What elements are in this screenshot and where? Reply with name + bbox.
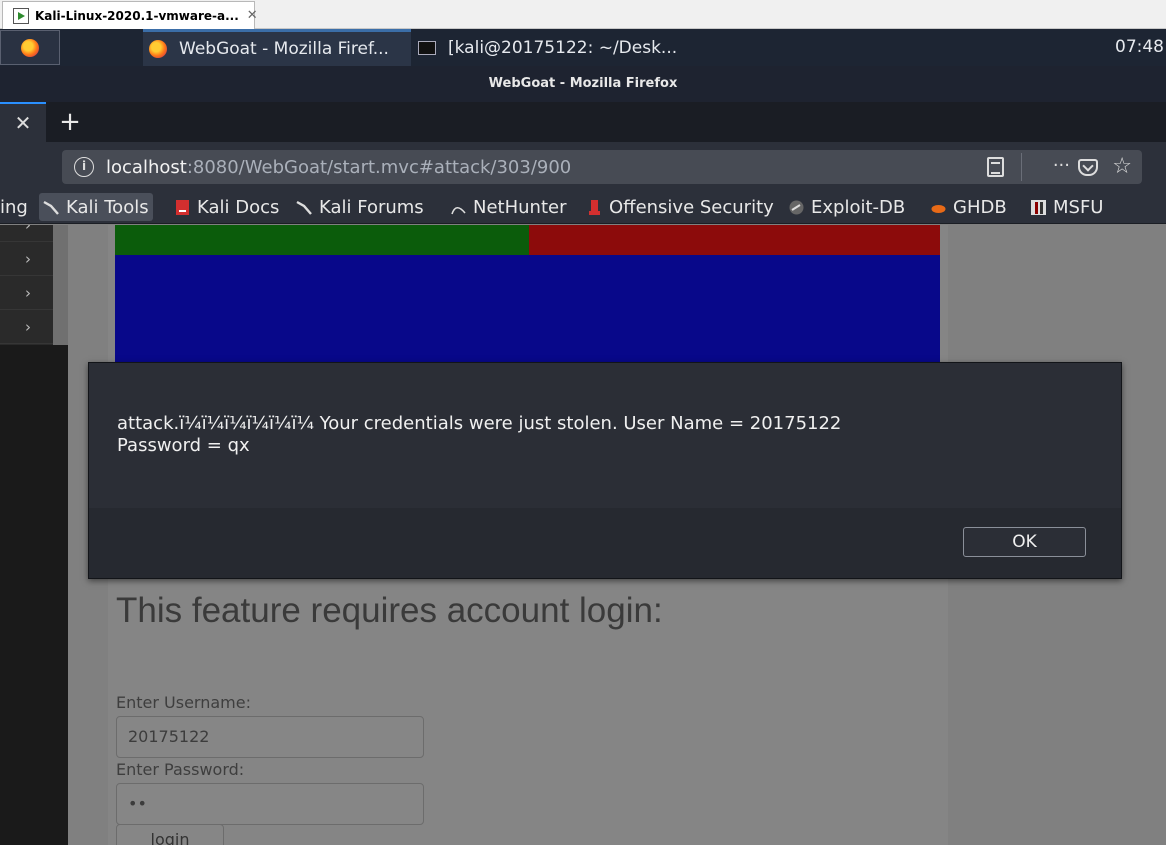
bookmark-nethunter[interactable]: NetHunter [450, 193, 566, 221]
bookmark-kali-tools[interactable]: Kali Tools [39, 193, 153, 221]
kali-panel: WebGoat - Mozilla Firef... [kali@2017512… [0, 29, 1166, 66]
ghdb-icon [931, 204, 946, 213]
bookmark-label: Exploit-DB [811, 196, 906, 218]
bookmark-label: ing [0, 196, 28, 218]
password-input[interactable]: •• [116, 783, 424, 825]
username-input[interactable]: 20175122 [116, 716, 424, 758]
url-host: localhost [106, 156, 187, 178]
taskbar-item-terminal[interactable]: [kali@20175122: ~/Desk... [414, 29, 684, 66]
chevron-right-icon: › [25, 318, 31, 336]
bookmark-kali-docs[interactable]: Kali Docs [174, 193, 279, 221]
bookmark-star-icon[interactable]: ☆ [1112, 150, 1132, 184]
msfu-icon [1031, 199, 1046, 215]
bookmark-offensive-security[interactable]: Offensive Security [586, 193, 774, 221]
kali-dragon-icon [296, 200, 312, 215]
url-divider [1021, 153, 1022, 181]
kali-docs-icon [176, 199, 189, 215]
bookmarks-toolbar: ing Kali Tools Kali Docs Kali Forums Net… [0, 190, 1166, 224]
sidebar-scrollbar[interactable] [53, 225, 68, 345]
login-button[interactable]: login [116, 824, 224, 845]
new-tab-button[interactable]: + [56, 102, 84, 142]
chevron-right-icon: › [25, 284, 31, 302]
taskbar-item-label: WebGoat - Mozilla Firef... [179, 39, 389, 59]
alert-dialog: attack.ï¼ï¼ï¼ï¼ï¼ï¼ Your credentials wer… [88, 362, 1122, 579]
bookmark-kali-forums[interactable]: Kali Forums [296, 193, 424, 221]
kali-dragon-icon [43, 200, 59, 215]
alert-footer: OK [89, 508, 1121, 578]
url-path: :8080/WebGoat/start.mvc#attack/303/900 [186, 156, 572, 178]
pocket-icon[interactable] [1078, 159, 1098, 176]
vm-tab-close-icon[interactable]: ✕ [247, 8, 258, 23]
reader-view-icon[interactable] [987, 157, 1004, 177]
bookmark-label: Offensive Security [609, 196, 774, 218]
lesson-menu-item[interactable]: › [0, 242, 53, 276]
panel-clock[interactable]: 07:48 [1115, 29, 1166, 66]
taskbar-item-label: [kali@20175122: ~/Desk... [448, 37, 678, 58]
tab-webgoat[interactable]: ✕ [0, 102, 46, 142]
vm-running-icon [13, 7, 29, 24]
password-label: Enter Password: [116, 760, 245, 779]
close-tab-icon[interactable]: ✕ [15, 111, 32, 135]
firefox-icon [149, 40, 167, 58]
url-bar[interactable]: i localhost:8080/WebGoat/start.mvc#attac… [62, 150, 1142, 184]
chevron-right-icon: › [25, 250, 31, 268]
browser-tab-strip: ✕ + [0, 102, 1166, 142]
blue-banner [115, 255, 940, 365]
chevron-right-icon: › [25, 225, 31, 234]
kali-menu-icon [21, 38, 39, 57]
bookmark-exploit-db[interactable]: Exploit-DB [788, 193, 905, 221]
vmware-tab-strip: Kali-Linux-2020.1-vmware-a... ✕ [0, 0, 1166, 29]
vm-tab-title: Kali-Linux-2020.1-vmware-a... [35, 8, 239, 23]
lesson-menu: › › › › [0, 225, 68, 345]
green-banner [115, 225, 529, 255]
bookmark-label: Kali Docs [197, 196, 280, 218]
exploit-db-icon [789, 200, 804, 214]
page-actions-more-icon[interactable]: ··· [1053, 150, 1070, 184]
taskbar-item-firefox[interactable]: WebGoat - Mozilla Firef... [143, 29, 411, 66]
bookmark-training[interactable]: ing [0, 193, 28, 221]
ok-button[interactable]: OK [963, 527, 1086, 557]
window-title: WebGoat - Mozilla Firefox [0, 66, 1166, 102]
applications-menu-button[interactable] [0, 30, 60, 65]
nethunter-icon [451, 206, 466, 214]
offensive-security-icon [589, 199, 600, 215]
bookmark-label: Kali Tools [66, 196, 149, 218]
lesson-menu-item[interactable]: › [0, 276, 53, 310]
vmware-vm-tab[interactable]: Kali-Linux-2020.1-vmware-a... ✕ [2, 1, 258, 29]
login-heading: This feature requires account login: [116, 591, 663, 630]
lesson-menu-item[interactable]: › [0, 310, 53, 344]
site-info-icon[interactable]: i [74, 157, 94, 177]
terminal-icon [418, 40, 436, 55]
bookmark-msfu[interactable]: MSFU [1030, 193, 1103, 221]
alert-body: attack.ï¼ï¼ï¼ï¼ï¼ï¼ Your credentials wer… [89, 363, 1121, 508]
username-label: Enter Username: [116, 693, 251, 712]
lesson-sidebar: › › › › [0, 225, 68, 845]
bookmark-ghdb[interactable]: GHDB [930, 193, 1007, 221]
lesson-menu-item[interactable]: › [0, 225, 53, 242]
bookmark-label: MSFU [1053, 196, 1104, 218]
bookmark-label: GHDB [953, 196, 1007, 218]
bookmark-label: Kali Forums [319, 196, 424, 218]
navigation-toolbar: i localhost:8080/WebGoat/start.mvc#attac… [0, 142, 1166, 190]
alert-message: attack.ï¼ï¼ï¼ï¼ï¼ï¼ Your credentials wer… [117, 413, 842, 456]
red-banner [529, 225, 940, 255]
bookmark-label: NetHunter [473, 196, 567, 218]
url-text[interactable]: localhost:8080/WebGoat/start.mvc#attack/… [106, 157, 571, 178]
